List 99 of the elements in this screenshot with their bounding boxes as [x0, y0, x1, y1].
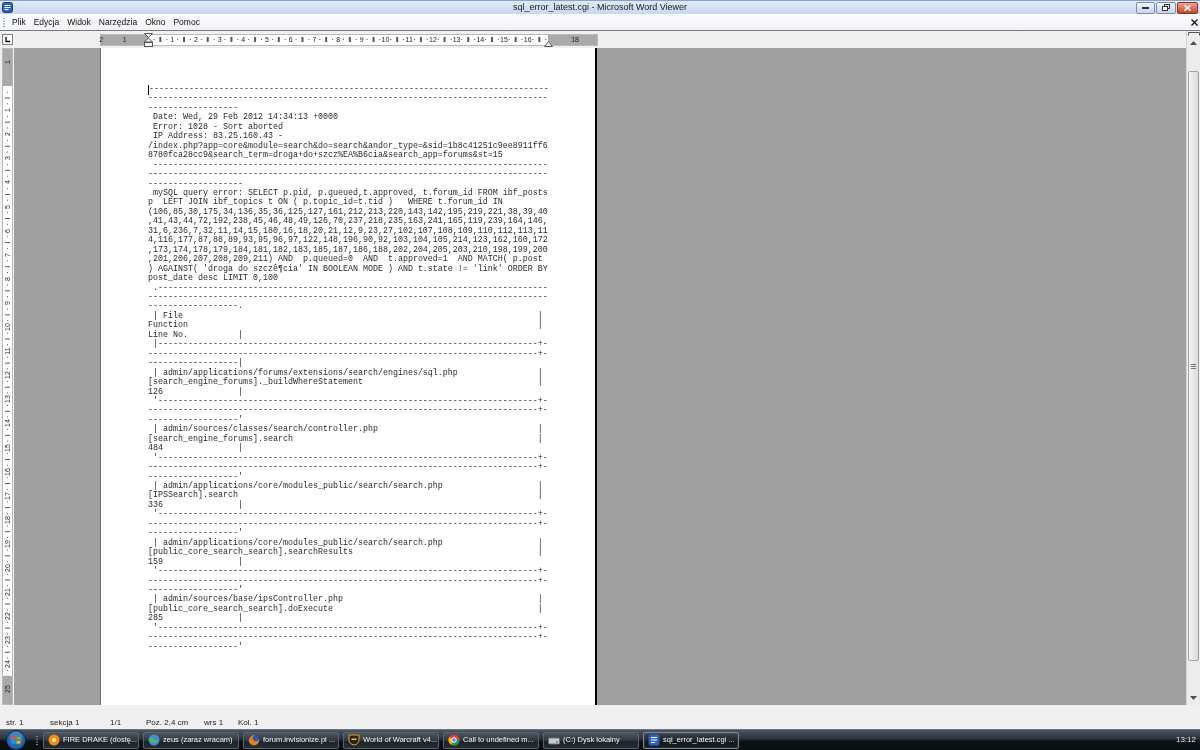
close-button[interactable]: [1176, 1, 1198, 14]
document-line: IP Address: 83.25.160.43 -: [153, 132, 283, 142]
document-line: ------------------------------------------------------------------------------+-: [148, 463, 548, 473]
document-line: ------------------': [148, 472, 243, 482]
document-line: [search_engine_forums].search |: [148, 434, 543, 444]
status-text: Kol. 1: [238, 717, 259, 728]
document-line: 8780fca28cc9&search_term=droga+do+szcz%EA%B6cia&search_app=forums&st=15: [148, 151, 503, 161]
document-line: post_date desc LIMIT 0,100: [148, 274, 278, 284]
document-line: --------------------------------------------------------------------------------: [148, 94, 548, 104]
document-line: [public_core_search_search].searchResults |: [148, 548, 543, 558]
document-line: -------------------------------------------------------------------------------: [152, 160, 548, 171]
status-text: str. 1: [6, 717, 24, 728]
document-icon: [2, 2, 13, 13]
document-line: Error: 1028 - Sort aborted: [152, 122, 283, 132]
document-line: ------------------|: [148, 359, 243, 369]
drive-icon: [548, 734, 560, 746]
document-line: .------------------------------------------------------------------------------: [152, 283, 548, 293]
document-line: 31,6,236,7,32,11,14,15,180,16,18,20,21,12,9,23,27,102,107,108,109,110,112,113,11: [148, 226, 548, 236]
document-line: | admin/sources/classes/search/controller.php |: [153, 425, 543, 435]
down-arrow-icon[interactable]: [1190, 696, 1197, 700]
document-line: ------------------': [148, 586, 243, 595]
up-arrow-icon[interactable]: [1190, 41, 1197, 45]
status-text: sekcja 1: [50, 717, 80, 728]
document-line: ------------------------------------------------------------------------------+-: [148, 576, 548, 586]
document-line: ------------------------------------------------------------------------------+-: [148, 633, 548, 643]
document-line: 484 |: [148, 444, 243, 454]
document-line: ------------------------------------------------------------------------------+-: [148, 406, 548, 416]
document-line: -------------------: [148, 179, 243, 189]
document-line: 159 |: [148, 557, 243, 567]
document-line: |----------------------------------------------------------------------------+-: [152, 340, 548, 350]
clock-text: 13:12: [1175, 735, 1196, 745]
document-line: Line No. |: [148, 330, 243, 340]
document-line: 336 |: [148, 500, 243, 510]
document-line: Function |: [148, 321, 543, 331]
tab-stop-icon[interactable]: [1, 34, 13, 45]
text-cursor-icon: [148, 84, 149, 95]
start-button[interactable]: [6, 730, 26, 750]
document-line: ------------------------------------------------------------------------------+-: [148, 519, 548, 529]
document-line: ------------------': [148, 529, 243, 539]
restore-icon: [1162, 4, 1171, 11]
circle-icon: [448, 734, 460, 746]
document-line: ------------------: [148, 103, 238, 113]
close-icon: [1183, 4, 1191, 11]
document-line: '----------------------------------------------------------------------------+-: [152, 453, 548, 463]
document-icon: [648, 734, 660, 746]
document-line: --------------------------------------------------------------------------------: [149, 85, 549, 95]
document-line: | File |: [153, 311, 543, 321]
split-handle-icon[interactable]: [1187, 32, 1200, 36]
document-line: 4,116,177,87,88,89,93,95,96,97,122,148,196,90,92,103,104,105,214,123,162,160,172: [148, 236, 548, 246]
document-line: ------------------------------------------------------------------------------+-: [148, 349, 548, 359]
document-line: 126 |: [148, 387, 243, 397]
flower-icon: [48, 734, 60, 746]
menu-item[interactable]: Plik: [8, 16, 30, 28]
globe-icon: [248, 734, 260, 746]
document-line: ) AGAINST( 'droga do szczê¶cia' IN BOOLEAN MODE ) AND t.state != 'link' ORDER BY: [148, 264, 548, 274]
document-line: [search_engine_forums]._buildWhereStatement |: [148, 378, 543, 388]
document-line: p LEFT JOIN ibf_topics t ON ( p.topic_id=t.tid ) WHERE t.forum_id IN: [148, 198, 503, 208]
document-line: --------------------------------------------------------------------------------: [148, 292, 548, 303]
menu-item[interactable]: Narzędzia: [94, 16, 142, 28]
document-line: ,173,174,178,179,184,181,182,183,185,187,186,188,202,204,205,203,210,198,199,200: [148, 245, 548, 255]
document-line: [IPSSearch].search |: [148, 491, 543, 501]
minimize-button[interactable]: [1136, 1, 1156, 14]
close-icon[interactable]: [1191, 18, 1198, 26]
document-line: '----------------------------------------------------------------------------+-: [152, 623, 548, 633]
menu-item[interactable]: Widok: [63, 16, 95, 28]
shield-icon: [348, 734, 360, 746]
minimize-icon: [1142, 6, 1150, 9]
status-text: wrs 1: [204, 717, 224, 728]
document-line: /index.php?app=core&module=search&do=search&andor_type=&sid=1b8c41251c9ee8911ff6: [148, 141, 548, 151]
document-line: ------------------': [148, 642, 243, 653]
document-line: mySQL query error: SELECT p.pid, p.queued,t.approved, t.forum_id FROM ibf_posts: [152, 189, 548, 198]
status-text: 1/1: [110, 717, 122, 728]
document-line: ------------------': [148, 415, 243, 425]
status-text: Poz. 2,4 cm: [146, 717, 189, 728]
document-line: '----------------------------------------------------------------------------+-: [152, 567, 548, 577]
document-line: 285 |: [148, 614, 243, 624]
menu-item[interactable]: Pomoc: [169, 16, 204, 28]
document-line: | admin/applications/forums/extensions/search/engines/sql.php |: [153, 368, 543, 378]
document-line: | admin/sources/base/ipsController.php |: [153, 595, 543, 605]
indent-marker-icon[interactable]: [144, 32, 153, 47]
scrollbar-thumb[interactable]: [1188, 71, 1199, 661]
document-line: ------------------.: [148, 302, 243, 312]
document-line: ,41,43,44,72,192,238,45,46,48,49,126,70,237,218,235,163,241,165,119,239,164,146,: [148, 217, 548, 227]
document-line: --------------------------------------------------------------------------------: [148, 170, 548, 180]
document-line: | admin/applications/core/modules_public/search/search.php |: [153, 538, 543, 548]
document-line: (106,85,30,175,34,136,35,36,125,127,161,212,213,220,143,142,195,219,221,38,39,40: [148, 207, 548, 217]
document-line: '----------------------------------------------------------------------------+-: [152, 510, 548, 520]
globe-icon: [148, 734, 160, 746]
document-line: ,201,206,207,208,209,211) AND p.queued=0 AND t.approved=1 AND MATCH( p.post: [148, 255, 543, 265]
menu-item[interactable]: Edycja: [29, 16, 64, 28]
document-line: '----------------------------------------------------------------------------+-: [152, 396, 548, 406]
vertical-scrollbar[interactable]: [1186, 31, 1200, 705]
document-line: Date: Wed, 29 Feb 2012 14:34:13 +0000: [152, 113, 338, 123]
window-title: sql_error_latest.cgi - Microsoft Word Viewer: [512, 2, 688, 13]
maximize-button[interactable]: [1156, 1, 1176, 14]
grip-icon: [1191, 363, 1196, 369]
document-line: | admin/applications/core/modules_public/search/search.php |: [153, 482, 543, 492]
menu-item[interactable]: Okno: [141, 16, 170, 28]
document-line: [public_core_search_search].doExecute |: [148, 604, 543, 614]
